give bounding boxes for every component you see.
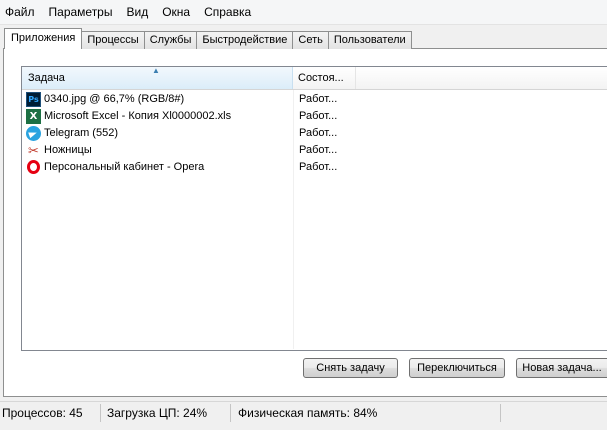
column-header-task[interactable]: ▲ Задача (22, 67, 293, 89)
tab-services[interactable]: Службы (144, 31, 198, 49)
table-row[interactable]: X Microsoft Excel - Копия Xl0000002.xls … (24, 108, 604, 125)
table-row[interactable]: Ps 0340.jpg @ 66,7% (RGB/8#) Работ... (24, 91, 604, 108)
menu-file[interactable]: Файл (0, 0, 43, 24)
opera-icon (27, 160, 40, 174)
photoshop-icon: Ps (26, 92, 41, 107)
table-row[interactable]: Telegram (552) Работ... (24, 125, 604, 142)
tab-users[interactable]: Пользователи (328, 31, 412, 49)
list-header: ▲ Задача Состоя... (22, 67, 607, 90)
status-divider (500, 404, 501, 422)
end-task-button[interactable]: Снять задачу (303, 358, 398, 378)
switch-to-button[interactable]: Переключиться (409, 358, 505, 378)
column-header-status[interactable]: Состоя... (293, 67, 356, 89)
excel-icon: X (26, 109, 41, 124)
process-count: Процессов: 45 (2, 406, 83, 420)
new-task-button[interactable]: Новая задача... (516, 358, 607, 378)
menu-help[interactable]: Справка (198, 0, 259, 24)
menu-options[interactable]: Параметры (43, 0, 121, 24)
window-bottom-edge (0, 423, 607, 430)
tab-performance[interactable]: Быстродействие (197, 31, 294, 49)
menu-view[interactable]: Вид (120, 0, 156, 24)
menu-windows[interactable]: Окна (156, 0, 198, 24)
tab-processes[interactable]: Процессы (82, 31, 145, 49)
status-divider (230, 404, 231, 422)
telegram-icon (26, 126, 41, 141)
tab-applications[interactable]: Приложения (4, 28, 83, 49)
table-row[interactable]: ✂ Ножницы Работ... (24, 142, 604, 159)
tab-networking[interactable]: Сеть (293, 31, 329, 49)
sort-ascending-icon: ▲ (152, 66, 160, 75)
memory-usage: Физическая память: 84% (238, 406, 378, 420)
scissors-icon: ✂ (28, 143, 39, 158)
status-bar: Процессов: 45 Загрузка ЦП: 24% Физическа… (0, 401, 607, 424)
table-row[interactable]: Персональный кабинет - Opera Работ... (24, 159, 604, 176)
task-list[interactable]: ▲ Задача Состоя... Ps 0340.jpg @ 66,7% (… (21, 66, 607, 351)
status-divider (100, 404, 101, 422)
tab-strip: Приложения Процессы Службы Быстродействи… (4, 28, 412, 49)
menu-bar: Файл Параметры Вид Окна Справка (0, 0, 607, 25)
cpu-usage: Загрузка ЦП: 24% (107, 406, 208, 420)
